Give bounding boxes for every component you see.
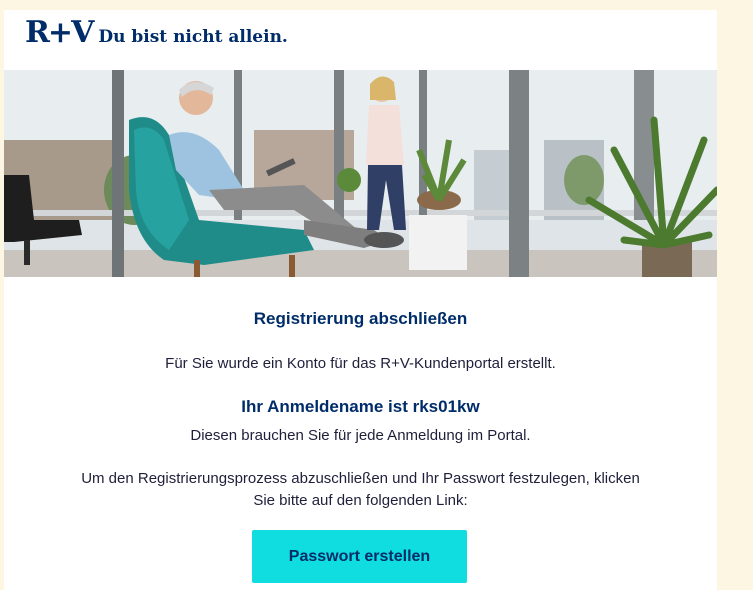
instruction-line-2: Sie bitte auf den folgenden Link: <box>253 492 468 509</box>
username-hint-text: Diesen brauchen Sie für jede Anmeldung i… <box>190 427 531 444</box>
page-title: Registrierung abschließen <box>253 309 468 328</box>
logo-mark: R+V <box>25 15 94 50</box>
email-header: R+V Du bist nicht allein. <box>4 10 717 70</box>
account-created-text: Für Sie wurde ein Konto für das R+V-Kund… <box>165 355 556 372</box>
username-text: Ihr Anmeldename ist rks01kw <box>241 397 480 416</box>
instruction-text: Um den Registrierungsprozess abzuschließ… <box>4 468 717 512</box>
create-password-button[interactable]: Passwort erstellen <box>252 530 467 583</box>
brand-tagline: Du bist nicht allein. <box>98 27 288 47</box>
hero-image <box>4 70 717 277</box>
email-card: R+V Du bist nicht allein. Registrierung … <box>4 10 717 590</box>
instruction-line-1: Um den Registrierungsprozess abzuschließ… <box>81 470 640 487</box>
email-background: R+V Du bist nicht allein. Registrierung … <box>0 0 753 590</box>
brand-logo: R+V Du bist nicht allein. <box>25 16 288 48</box>
